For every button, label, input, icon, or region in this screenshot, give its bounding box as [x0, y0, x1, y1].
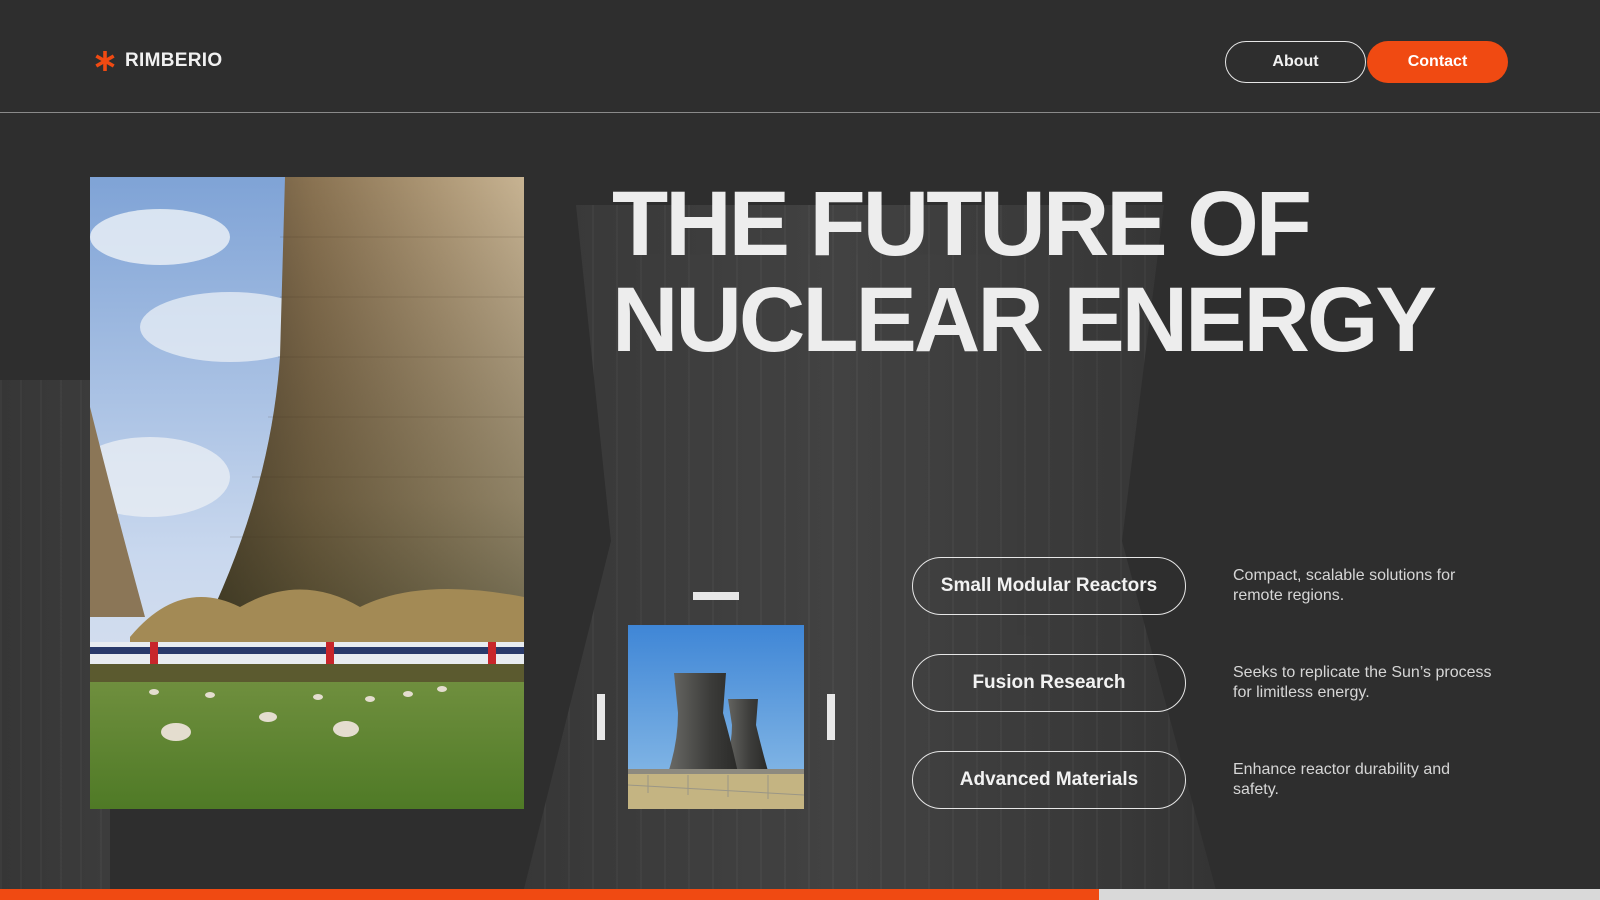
asterisk-icon — [95, 51, 115, 71]
feature-description: Enhance reactor durability and safety. — [1233, 761, 1451, 798]
feature-advanced-materials[interactable]: Advanced Materials — [912, 751, 1186, 809]
logo[interactable]: RIMBERIO — [94, 50, 222, 72]
contact-button[interactable]: Contact — [1367, 41, 1508, 83]
hero-title-line-1: THE FUTURE OF — [612, 173, 1312, 275]
feature-fusion-research[interactable]: Fusion Research — [912, 654, 1186, 712]
slide-progress-bar — [0, 889, 1600, 900]
cooling-towers-photo — [90, 177, 524, 809]
feature-description: Compact, scalable solutions for remote r… — [1233, 567, 1456, 604]
frame-marker-left — [597, 694, 605, 740]
feature-description: Seeks to replicate the Sun’s process for… — [1233, 664, 1492, 701]
frame-marker-top — [693, 592, 739, 600]
hero-title-line-2: NUCLEAR ENERGY — [612, 269, 1437, 371]
feature-small-modular-reactors[interactable]: Small Modular Reactors — [912, 557, 1186, 615]
about-button[interactable]: About — [1225, 41, 1366, 83]
hero-title: THE FUTURE OF NUCLEAR ENERGY — [612, 173, 1437, 371]
site-header: RIMBERIO About Contact — [0, 0, 1600, 113]
slide-progress-fill — [0, 889, 1100, 900]
brand-name: RIMBERIO — [125, 50, 223, 71]
frame-marker-right — [827, 694, 835, 740]
reactor-towers-photo — [628, 625, 804, 809]
